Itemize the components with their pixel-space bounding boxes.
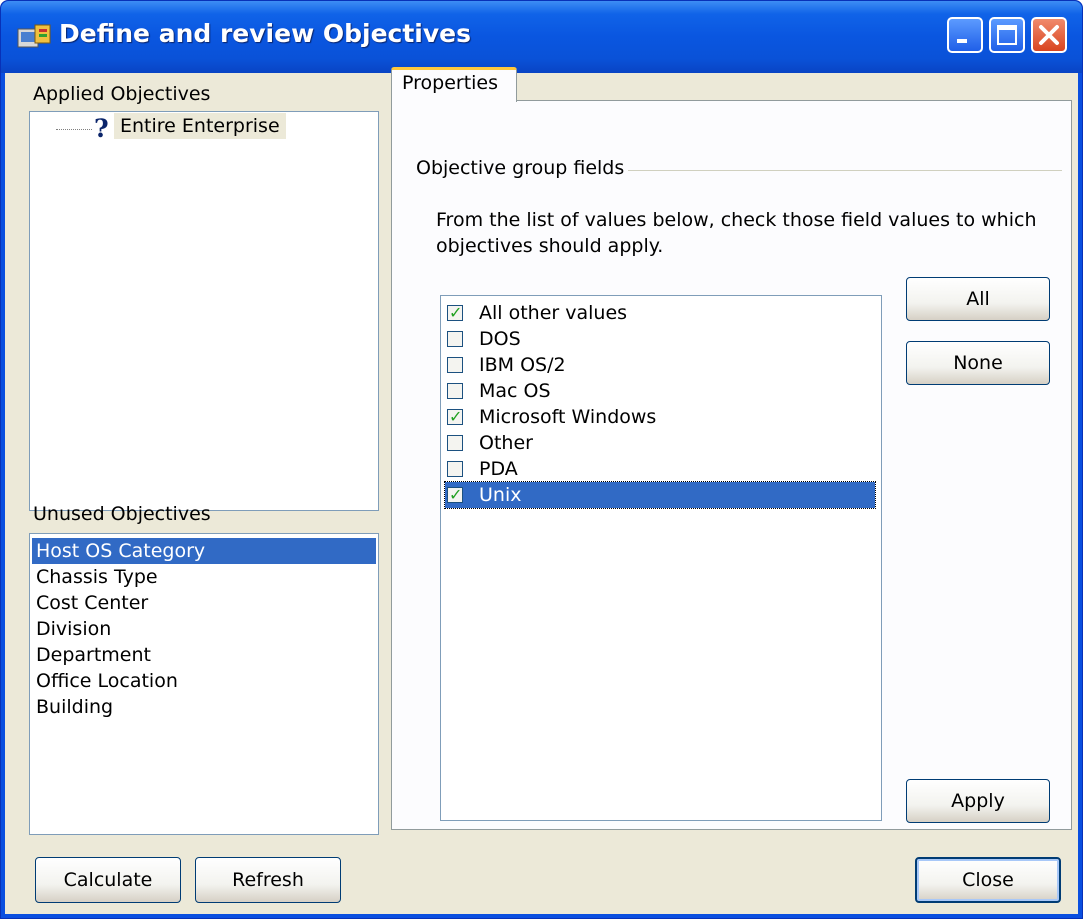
- applied-objectives-label: Applied Objectives: [33, 83, 211, 105]
- check-row-microsoft-windows[interactable]: ✓ Microsoft Windows: [445, 404, 875, 430]
- close-button-label: Close: [962, 869, 1014, 891]
- check-label: Mac OS: [479, 380, 551, 402]
- list-item-building[interactable]: Building: [32, 694, 376, 720]
- unused-objectives-label: Unused Objectives: [33, 503, 211, 525]
- all-button[interactable]: All: [906, 277, 1050, 321]
- check-label: DOS: [479, 328, 521, 350]
- checkmark-icon: ✓: [449, 407, 463, 426]
- tree-connector-line: [56, 129, 92, 130]
- check-row-other[interactable]: Other: [445, 430, 875, 456]
- checkbox[interactable]: [447, 435, 463, 451]
- group-divider: [628, 170, 1062, 171]
- list-item-office-location[interactable]: Office Location: [32, 668, 376, 694]
- apply-button[interactable]: Apply: [906, 779, 1050, 823]
- checkbox[interactable]: ✓: [447, 303, 463, 322]
- apply-button-label: Apply: [951, 790, 1005, 812]
- checkbox[interactable]: [447, 357, 463, 373]
- refresh-button[interactable]: Refresh: [195, 857, 341, 903]
- dialog-window: Define and review Objectives Applied Obj…: [0, 0, 1083, 919]
- checkbox[interactable]: ✓: [447, 407, 463, 426]
- check-row-mac-os[interactable]: Mac OS: [445, 378, 875, 404]
- tab-properties[interactable]: Properties: [391, 67, 517, 102]
- unused-objectives-list[interactable]: Host OS Category Chassis Type Cost Cente…: [29, 533, 379, 835]
- list-item-cost-center[interactable]: Cost Center: [32, 590, 376, 616]
- calculate-button[interactable]: Calculate: [35, 857, 181, 903]
- close-window-button[interactable]: [1031, 17, 1067, 53]
- list-item-department[interactable]: Department: [32, 642, 376, 668]
- calculate-button-label: Calculate: [63, 869, 153, 891]
- none-button-label: None: [953, 352, 1003, 374]
- check-row-all-other-values[interactable]: ✓ All other values: [445, 300, 875, 326]
- title-bar[interactable]: Define and review Objectives: [1, 1, 1082, 73]
- list-item-host-os-category[interactable]: Host OS Category: [32, 538, 376, 564]
- list-item-division[interactable]: Division: [32, 616, 376, 642]
- maximize-icon: [997, 25, 1017, 45]
- check-label: PDA: [479, 458, 518, 480]
- tab-properties-label: Properties: [402, 72, 499, 94]
- maximize-button[interactable]: [989, 17, 1025, 53]
- instruction-text-line1: From the list of values below, check tho…: [436, 209, 1037, 231]
- checkbox[interactable]: [447, 331, 463, 347]
- checkmark-icon: ✓: [449, 303, 463, 322]
- properties-tab-panel: Objective group fields From the list of …: [391, 100, 1072, 830]
- check-label: Microsoft Windows: [479, 406, 657, 428]
- instruction-text-line2: objectives should apply.: [436, 235, 664, 257]
- close-button[interactable]: Close: [915, 857, 1061, 903]
- window-title: Define and review Objectives: [59, 19, 472, 48]
- checkbox[interactable]: [447, 461, 463, 477]
- question-icon: ?: [94, 114, 109, 143]
- tree-node-entire-enterprise[interactable]: Entire Enterprise: [114, 113, 286, 139]
- check-row-unix[interactable]: ✓ Unix: [444, 481, 876, 509]
- check-label: Unix: [479, 484, 522, 506]
- check-row-dos[interactable]: DOS: [445, 326, 875, 352]
- objectives-app-icon: [17, 24, 51, 48]
- minimize-icon: [957, 39, 967, 43]
- dialog-client-area: Applied Objectives ? Entire Enterprise U…: [5, 67, 1078, 914]
- all-button-label: All: [966, 288, 990, 310]
- check-label: IBM OS/2: [479, 354, 566, 376]
- none-button[interactable]: None: [906, 341, 1050, 385]
- check-label: All other values: [479, 302, 628, 324]
- applied-objectives-tree[interactable]: ? Entire Enterprise: [29, 111, 379, 511]
- minimize-button[interactable]: [947, 17, 983, 53]
- check-label: Other: [479, 432, 533, 454]
- check-row-pda[interactable]: PDA: [445, 456, 875, 482]
- check-row-ibm-os2[interactable]: IBM OS/2: [445, 352, 875, 378]
- checkbox[interactable]: ✓: [447, 485, 463, 504]
- close-icon: [1039, 25, 1059, 45]
- field-values-checklist[interactable]: ✓ All other values DOS IBM OS/2 Mac OS ✓: [440, 295, 882, 821]
- checkmark-icon: ✓: [449, 485, 463, 504]
- objective-group-fields-label: Objective group fields: [416, 157, 625, 179]
- list-item-chassis-type[interactable]: Chassis Type: [32, 564, 376, 590]
- checkbox[interactable]: [447, 383, 463, 399]
- refresh-button-label: Refresh: [232, 869, 304, 891]
